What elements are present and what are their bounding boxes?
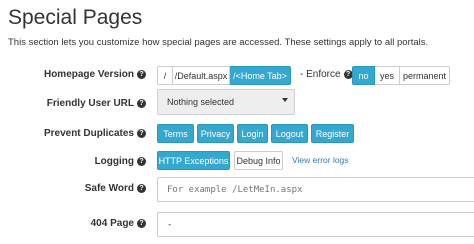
duplicate-register-button[interactable]: Register [311,124,354,143]
page-description: This section lets you customize how spec… [8,37,429,48]
safe-word-input[interactable] [157,177,474,202]
page-404-label: 404 Page ? [91,218,146,229]
enforce-option-permanent[interactable]: permanent [400,66,450,85]
question-circle-icon[interactable]: ? [137,129,146,138]
page-title: Special Pages [8,6,143,29]
safe-word-label: Safe Word ? [85,183,146,194]
duplicate-terms-button[interactable]: Terms [157,124,194,143]
question-circle-icon[interactable]: ? [137,184,146,193]
question-circle-icon[interactable]: ? [137,99,146,108]
enforce-label-text: - Enforce [300,69,341,80]
logging-label: Logging ? [95,156,146,167]
logging-debug-info-toggle[interactable]: Debug Info [234,151,283,170]
question-circle-icon[interactable]: ? [137,157,146,166]
safe-word-label-text: Safe Word [84,183,134,194]
homepage-version-label-text: Homepage Version [43,69,134,80]
friendly-url-select[interactable]: Nothing selected [157,89,295,115]
page-404-label-text: 404 Page [90,218,134,229]
enforce-option-no[interactable]: no [352,66,375,85]
duplicate-privacy-button[interactable]: Privacy [197,124,234,143]
view-error-logs-link[interactable]: View error logs [292,155,349,165]
page-404-input[interactable] [157,212,474,237]
logging-http-exceptions-toggle[interactable]: HTTP Exceptions [157,151,230,170]
enforce-option-yes[interactable]: yes [375,66,400,85]
homepage-option-root[interactable]: / [157,66,173,85]
caret-down-icon [282,98,288,102]
prevent-duplicates-label-text: Prevent Duplicates [43,128,134,139]
duplicate-logout-button[interactable]: Logout [271,124,308,143]
enforce-label: - Enforce ? [300,69,353,80]
homepage-option-home-tab[interactable]: /<Home Tab> [230,66,291,85]
friendly-url-selected-value: Nothing selected [167,97,235,107]
question-circle-icon[interactable]: ? [137,219,146,228]
logging-label-text: Logging [94,156,134,167]
prevent-duplicates-label: Prevent Duplicates ? [44,128,146,139]
friendly-url-label: Friendly User URL ? [47,98,146,109]
duplicate-login-button[interactable]: Login [237,124,268,143]
friendly-url-label-text: Friendly User URL [46,98,134,109]
homepage-version-label: Homepage Version ? [44,69,146,80]
question-circle-icon[interactable]: ? [137,70,146,79]
homepage-option-default-aspx[interactable]: /Default.aspx [173,66,230,85]
